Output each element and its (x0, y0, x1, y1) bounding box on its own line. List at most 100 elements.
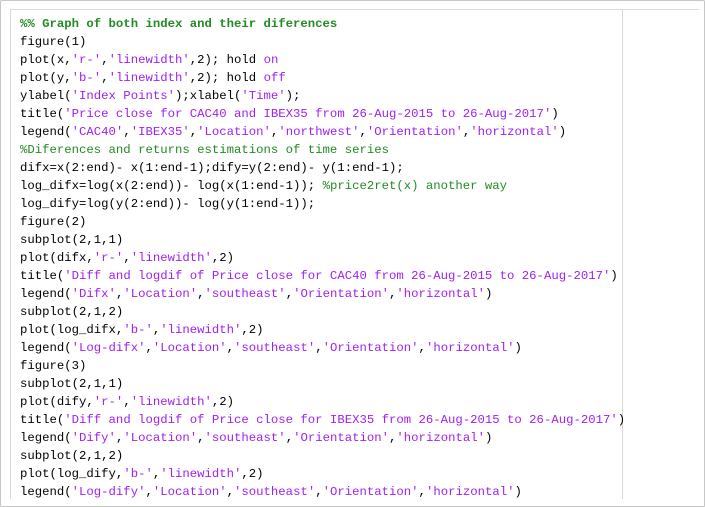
code-line[interactable]: subplot(2,1,1) (20, 375, 625, 393)
string-literal: 'r-' (71, 53, 102, 67)
code-line[interactable]: title('Diff and logdif of Price close fo… (20, 267, 625, 285)
string-literal: 'Dify' (71, 431, 116, 445)
code-token: plot(y, (20, 71, 72, 85)
code-token: ,2) (211, 251, 235, 265)
string-literal: 'r-' (93, 251, 124, 265)
code-token: , (315, 341, 323, 355)
code-token: ) (617, 413, 626, 427)
code-line[interactable]: %Diferences and returns estimations of t… (20, 141, 625, 159)
string-literal: 'southeast' (204, 431, 286, 445)
code-token: ) (514, 485, 522, 499)
code-token: , (123, 251, 131, 265)
code-token: title( (20, 269, 65, 283)
code-token: , (285, 287, 294, 301)
keyword-token: on (263, 53, 279, 67)
code-token: plot(difx, (20, 251, 94, 265)
string-literal: 'Location' (152, 485, 227, 499)
code-line[interactable]: subplot(2,1,1) (20, 231, 625, 249)
string-literal: 'Location' (123, 287, 198, 301)
code-line[interactable]: ylabel('Index Points');xlabel('Time'); (20, 87, 625, 105)
string-literal: 'Location' (123, 431, 198, 445)
code-token: plot(log_dify, (20, 467, 124, 481)
string-literal: 'linewidth' (108, 71, 190, 85)
string-literal: 'b-' (123, 323, 153, 337)
string-literal: 'b-' (71, 71, 102, 85)
code-token: ) (558, 125, 567, 139)
string-literal: 'Index Points' (71, 89, 175, 103)
code-token: subplot(2,1,1) (20, 377, 124, 391)
string-literal: 'northwest' (278, 125, 360, 139)
code-line[interactable]: title('Diff and logdif of Price close fo… (20, 411, 625, 429)
string-literal: 'Orientation' (293, 431, 390, 445)
code-token: ) (514, 341, 522, 355)
code-token: difx=x(2:end)- x(1:end-1);dify=y(2:end)-… (20, 161, 404, 175)
code-line[interactable]: figure(1) (20, 33, 625, 51)
code-editor[interactable]: %% Graph of both index and their diferen… (10, 9, 699, 499)
string-literal: 'Orientation' (322, 485, 419, 499)
string-literal: 'Diff and logdif of Price close for IBEX… (64, 413, 618, 427)
string-literal: 'linewidth' (160, 467, 242, 481)
code-line[interactable]: difx=x(2:end)- x(1:end-1);dify=y(2:end)-… (20, 159, 625, 177)
string-literal: 'southeast' (234, 485, 316, 499)
cell-title-comment: %% Graph of both index and their diferen… (20, 17, 338, 31)
string-literal: 'Log-difx' (71, 341, 146, 355)
code-token: title( (20, 107, 65, 121)
code-token: , (145, 341, 153, 355)
code-line[interactable]: subplot(2,1,2) (20, 447, 625, 465)
string-literal: 'CAC40' (71, 125, 124, 139)
code-line[interactable]: plot(x,'r-','linewidth',2); hold on (20, 51, 625, 69)
code-line[interactable]: plot(dify,'r-','linewidth',2) (20, 393, 625, 411)
string-literal: 'Orientation' (293, 287, 390, 301)
keyword-token: off (263, 71, 286, 85)
code-line[interactable]: legend('Log-dify','Location','southeast'… (20, 483, 625, 499)
code-text-area[interactable]: %% Graph of both index and their diferen… (20, 15, 625, 499)
string-literal: 'horizontal' (396, 287, 485, 301)
code-token: ,2) (241, 323, 264, 337)
code-token: legend( (20, 287, 72, 301)
code-line[interactable]: legend('Log-difx','Location','southeast'… (20, 339, 625, 357)
code-token: ,2); hold (189, 71, 264, 85)
code-token: plot(dify, (20, 395, 94, 409)
code-token: , (418, 341, 426, 355)
string-literal: 'linewidth' (160, 323, 242, 337)
code-token: ) (484, 431, 493, 445)
string-literal: 'horizontal' (396, 431, 485, 445)
code-line[interactable]: %% Graph of both index and their diferen… (20, 15, 625, 33)
code-line[interactable]: figure(2) (20, 213, 625, 231)
code-line[interactable]: subplot(2,1,2) (20, 303, 625, 321)
code-token: , (145, 485, 153, 499)
string-literal: 'Log-dify' (71, 485, 146, 499)
code-token: figure(3) (20, 359, 87, 373)
code-line[interactable]: legend('CAC40','IBEX35','Location','nort… (20, 123, 625, 141)
code-token: , (285, 431, 294, 445)
string-literal: 'southeast' (234, 341, 316, 355)
code-token: ylabel( (20, 89, 72, 103)
code-line[interactable]: log_dify=log(y(2:end))- log(y(1:end-1)); (20, 195, 625, 213)
code-token: ,2) (211, 395, 235, 409)
code-token: ) (610, 269, 618, 283)
string-literal: 'horizontal' (425, 341, 515, 355)
code-line[interactable]: figure(3) (20, 357, 625, 375)
code-line[interactable]: title('Price close for CAC40 and IBEX35 … (20, 105, 625, 123)
code-line[interactable]: plot(log_difx,'b-','linewidth',2) (20, 321, 625, 339)
code-token: , (315, 485, 323, 499)
code-line[interactable]: plot(log_dify,'b-','linewidth',2) (20, 465, 625, 483)
code-token: , (197, 431, 205, 445)
string-literal: 'Orientation' (322, 341, 419, 355)
code-line[interactable]: legend('Difx','Location','southeast','Or… (20, 285, 625, 303)
code-token: , (226, 485, 235, 499)
code-token: title( (20, 413, 65, 427)
code-line[interactable]: legend('Dify','Location','southeast','Or… (20, 429, 625, 447)
code-token: subplot(2,1,1) (20, 233, 124, 247)
string-literal: 'r-' (93, 395, 124, 409)
code-token: , (359, 125, 367, 139)
code-line[interactable]: log_difx=log(x(2:end))- log(x(1:end-1));… (20, 177, 625, 195)
code-line[interactable]: plot(y,'b-','linewidth',2); hold off (20, 69, 625, 87)
string-literal: 'Orientation' (366, 125, 463, 139)
string-literal: 'Location' (152, 341, 227, 355)
code-token: plot(log_difx, (20, 323, 124, 337)
code-token: legend( (20, 431, 72, 445)
code-token: , (197, 287, 205, 301)
code-line[interactable]: plot(difx,'r-','linewidth',2) (20, 249, 625, 267)
code-token: figure(1) (20, 35, 87, 49)
